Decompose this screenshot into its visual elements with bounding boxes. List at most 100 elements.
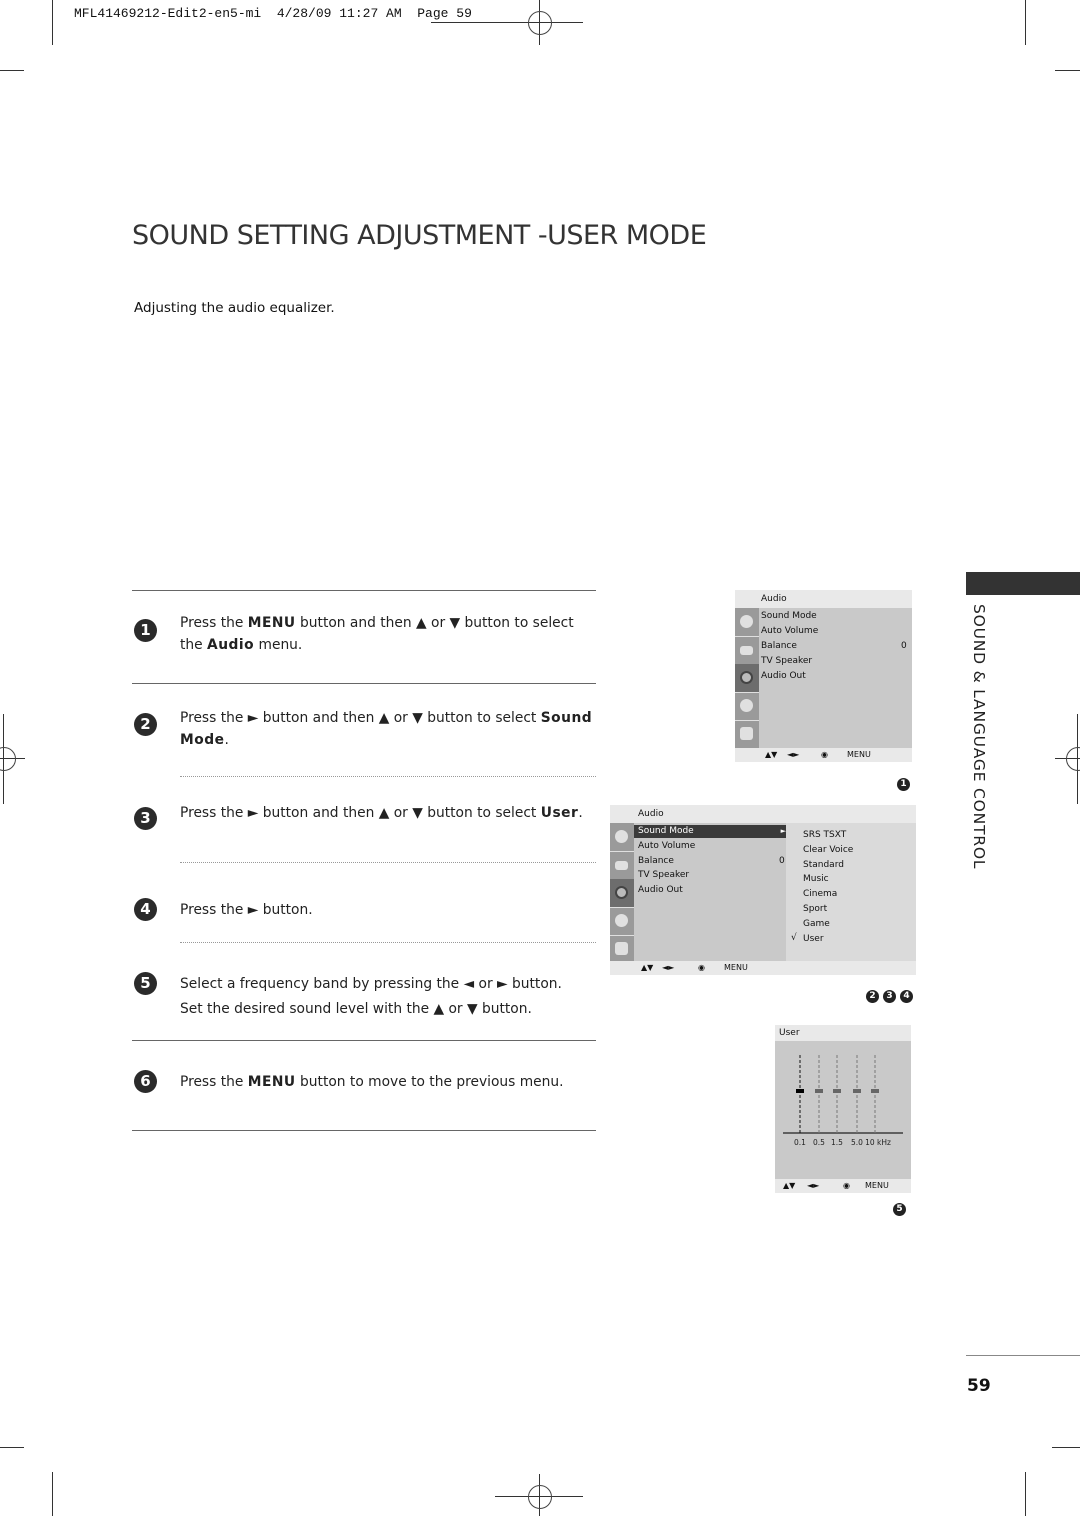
step-number-4: 4 [134,898,157,921]
step-number-2: 2 [134,713,157,736]
step-ref-badge: 3 [883,990,896,1003]
leftright-icon: ◄► [787,750,800,759]
option-cinema[interactable]: Cinema [803,889,837,899]
crop-mark [1055,70,1080,71]
ok-icon: ◉ [821,750,828,759]
menu-item-audio-out[interactable]: Audio Out [761,671,806,681]
option-user[interactable]: User [803,934,824,944]
step-1-text: Press the MENU button and then ▲ or ▼ bu… [180,615,574,653]
option-srs-tsxt[interactable]: SRS TSXT [803,830,846,840]
option-category-icon[interactable] [610,935,634,963]
eq-band-label: 0.5 [813,1138,825,1147]
step-number-1: 1 [134,619,157,642]
picture-category-icon[interactable] [735,608,759,637]
step-ref-badge: 1 [897,778,910,791]
updown-icon: ▲▼ [765,750,778,759]
option-music[interactable]: Music [803,874,829,884]
option-sport[interactable]: Sport [803,904,827,914]
crop-mark [1025,1472,1026,1516]
step-5-text: Select a frequency band by pressing the … [180,976,562,1017]
screen-category-icon[interactable] [735,636,759,665]
time-category-icon[interactable] [610,907,634,936]
menu-item-balance[interactable]: Balance [638,856,674,866]
step-ref-badge: 4 [900,990,913,1003]
divider-dotted [180,776,596,777]
eq-band-label: 10 kHz [865,1138,891,1147]
step-3-text: Press the ► button and then ▲ or ▼ butto… [180,805,583,821]
menu-key-label: MENU [865,1181,889,1190]
ok-icon: ◉ [698,963,705,972]
menu-item-balance[interactable]: Balance [761,641,797,651]
menu-item-audio-out[interactable]: Audio Out [638,885,683,895]
audio-category-icon[interactable] [610,879,634,908]
section-tab [966,572,1080,595]
option-game[interactable]: Game [803,919,830,929]
registration-circle [528,1485,552,1509]
eq-band-label: 1.5 [831,1138,843,1147]
step-2-text: Press the ► button and then ▲ or ▼ butto… [180,710,593,748]
eq-band-slider[interactable] [796,1089,804,1093]
menu-item-sound-mode[interactable]: Sound Mode ► [634,825,790,838]
crop-mark [52,1472,53,1516]
equalizer-graph: 0.1 0.5 1.5 5.0 10 kHz [783,1055,903,1147]
option-standard[interactable]: Standard [803,860,844,870]
divider-dotted [180,942,596,943]
sound-mode-osd: Audio Sound Mode ► Auto Volume Balance 0 … [610,805,916,975]
menu-key-label: MENU [724,963,748,972]
updown-icon: ▲▼ [641,963,654,972]
divider [132,1130,596,1131]
crop-mark [1025,0,1026,45]
step-ref-badge: 5 [893,1203,906,1216]
leftright-icon: ◄► [662,963,675,972]
osd-header: Audio [610,805,916,823]
updown-icon: ▲▼ [783,1181,796,1190]
crop-mark [1052,1447,1080,1448]
registration-circle [0,747,16,771]
option-category-icon[interactable] [735,720,759,748]
menu-item-auto-volume[interactable]: Auto Volume [761,626,818,636]
menu-item-tv-speaker[interactable]: TV Speaker [761,656,812,666]
menu-item-auto-volume[interactable]: Auto Volume [638,841,695,851]
registration-circle [1066,747,1080,771]
leftright-icon: ◄► [807,1181,820,1190]
picture-category-icon[interactable] [610,823,634,852]
eq-band-label: 0.1 [794,1138,806,1147]
menu-key-label: MENU [847,750,871,759]
eq-band-slider[interactable] [815,1089,823,1093]
ok-icon: ◉ [843,1181,850,1190]
audio-menu-osd: Audio Sound Mode Auto Volume Balance 0 T… [735,590,912,762]
eq-band-slider[interactable] [833,1089,841,1093]
step-ref-badge: 2 [866,990,879,1003]
page-subtitle: Adjusting the audio equalizer. [134,300,335,316]
crop-mark [52,0,53,45]
eq-band-slider[interactable] [853,1089,861,1093]
divider [132,590,596,591]
step-4-text: Press the ► button. [180,902,313,918]
step-number-3: 3 [134,807,157,830]
crop-mark [0,70,24,71]
osd-footer: ▲▼ ◄► ◉ MENU [735,748,912,762]
step-number-5: 5 [134,972,157,995]
audio-category-icon[interactable] [735,664,759,693]
check-icon: √ [791,933,797,943]
osd-footer: ▲▼ ◄► ◉ MENU [610,961,916,975]
time-category-icon[interactable] [735,692,759,721]
option-clear-voice[interactable]: Clear Voice [803,845,853,855]
page-number: 59 [967,1376,991,1396]
divider [966,1355,1080,1356]
user-eq-osd: User 0.1 0.5 1.5 5.0 10 kHz ▲▼ ◄► ◉ MENU [775,1025,911,1193]
crop-mark [0,1447,24,1448]
sound-mode-submenu: SRS TSXT Clear Voice Standard Music Cine… [786,823,916,961]
screen-category-icon[interactable] [610,851,634,880]
balance-value: 0 [779,856,785,866]
divider [132,1040,596,1041]
balance-value: 0 [901,641,907,651]
divider [132,683,596,684]
eq-band-label: 5.0 [851,1138,863,1147]
menu-item-sound-mode[interactable]: Sound Mode [761,611,817,621]
menu-item-tv-speaker[interactable]: TV Speaker [638,870,689,880]
osd-icon-column [735,608,759,748]
page-title: SOUND SETTING ADJUSTMENT -USER MODE [132,220,707,251]
eq-band-slider[interactable] [871,1089,879,1093]
section-label: SOUND & LANGUAGE CONTROL [970,604,988,870]
